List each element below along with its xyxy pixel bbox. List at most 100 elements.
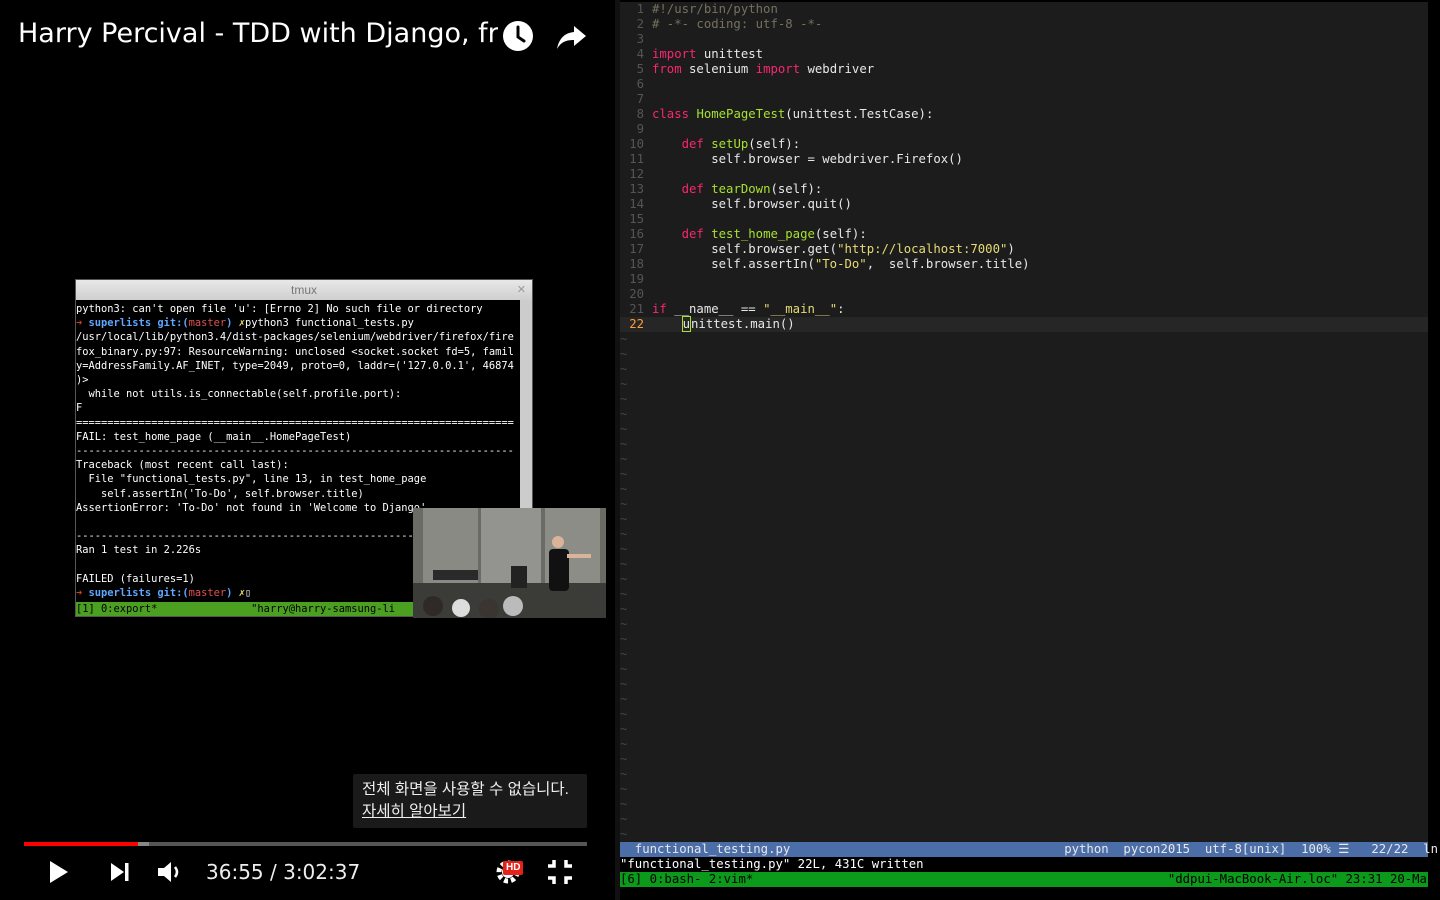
- code-line[interactable]: 15: [620, 212, 1428, 227]
- share-icon[interactable]: [554, 18, 590, 54]
- volume-icon[interactable]: [154, 856, 186, 888]
- empty-line-marker: ~: [620, 722, 628, 736]
- play-icon[interactable]: [42, 856, 74, 888]
- tmux-output-line: y=AddressFamily.AF_INET, type=2049, prot…: [76, 359, 514, 372]
- line-number: 14: [629, 197, 644, 211]
- close-icon[interactable]: ✕: [517, 280, 526, 300]
- line-number: 18: [629, 257, 644, 271]
- code-text: self.browser.quit(): [652, 197, 852, 211]
- code-line[interactable]: 21 if __name__ == "__main__":: [620, 302, 1428, 317]
- line-number: 5: [636, 62, 644, 76]
- code-text: #!/usr/bin/python: [652, 2, 778, 16]
- progress-bar[interactable]: [24, 842, 587, 846]
- tmux-output-line: FAIL: test_home_page (__main__.HomePageT…: [76, 430, 352, 443]
- empty-line-marker: ~: [620, 752, 628, 766]
- code-line[interactable]: 7: [620, 92, 1428, 107]
- prompt-git-close: ): [226, 587, 239, 600]
- code-line[interactable]: 9: [620, 122, 1428, 137]
- video-player[interactable]: Harry Percival - TDD with Django, fro...…: [0, 0, 615, 900]
- code-text: unittest.main(): [681, 316, 795, 332]
- code-line[interactable]: 22 unittest.main(): [620, 316, 1428, 332]
- line-number: 21: [629, 302, 644, 316]
- tmux-output-line: ----------------------------------------…: [76, 445, 514, 458]
- watch-later-icon[interactable]: [500, 18, 536, 54]
- tmux-window-title: tmux: [290, 283, 317, 297]
- code-line[interactable]: 12: [620, 167, 1428, 182]
- prompt-branch: master: [188, 317, 227, 330]
- vim-message-line: "functional_testing.py" 22L, 431C writte…: [620, 857, 1428, 872]
- empty-line-marker: ~: [620, 617, 628, 631]
- code-text: self.assertIn("To-Do", self.browser.titl…: [652, 257, 1030, 271]
- line-number: 3: [636, 32, 644, 46]
- prompt-directory: superlists: [88, 317, 158, 330]
- empty-line-marker: ~: [620, 332, 628, 346]
- tmux-output-line: F: [76, 402, 83, 415]
- code-line[interactable]: 16 def test_home_page(self):: [620, 227, 1428, 242]
- line-number: 2: [636, 17, 644, 31]
- time-display: 36:55 / 3:02:37: [206, 860, 361, 884]
- empty-line-marker: ~: [620, 677, 628, 691]
- line-number: 4: [636, 47, 644, 61]
- tmux-prompt-line: ➜ superlists git:(master) ✗python3 funct…: [76, 316, 520, 330]
- line-number: 16: [629, 227, 644, 241]
- empty-line-marker: ~: [620, 467, 628, 481]
- tmux-output-line: while not utils.is_connectable(self.prof…: [76, 388, 402, 401]
- tmux-output-line: self.assertIn('To-Do', self.browser.titl…: [76, 487, 364, 500]
- empty-line-marker: ~: [620, 797, 628, 811]
- code-line[interactable]: 19: [620, 272, 1428, 287]
- prompt-command: python3 functional_tests.py: [244, 317, 414, 330]
- prompt-arrow-icon: ➜: [76, 317, 89, 330]
- empty-line-marker: ~: [620, 452, 628, 466]
- prompt-git-label: git:(: [157, 317, 189, 330]
- empty-line-marker: ~: [620, 482, 628, 496]
- code-line[interactable]: 1 #!/usr/bin/python: [620, 2, 1428, 17]
- line-number: 8: [636, 107, 644, 121]
- code-text: def test_home_page(self):: [681, 227, 867, 241]
- code-line[interactable]: 5 from selenium import webdriver: [620, 62, 1428, 77]
- line-number: 15: [629, 212, 644, 226]
- code-line[interactable]: 3: [620, 32, 1428, 47]
- fullscreen-unavailable-tooltip: 전체 화면을 사용할 수 없습니다. 자세히 알아보기: [353, 774, 587, 828]
- empty-line-marker: ~: [620, 707, 628, 721]
- vim-editor[interactable]: 1 #!/usr/bin/python 2 # -*- coding: utf-8 -…: [620, 2, 1428, 886]
- hd-badge: HD: [503, 861, 524, 875]
- code-line[interactable]: 13 def tearDown(self):: [620, 182, 1428, 197]
- empty-line-marker: ~: [620, 557, 628, 571]
- tmux-output-line: /usr/local/lib/python3.4/dist-packages/s…: [76, 331, 514, 344]
- video-title[interactable]: Harry Percival - TDD with Django, fro...: [18, 18, 498, 49]
- empty-line-marker: ~: [620, 392, 628, 406]
- vim-status-line: functional_testing.py python pycon2015 u…: [620, 842, 1440, 857]
- empty-line-marker: ~: [620, 767, 628, 781]
- code-line[interactable]: 4 import unittest: [620, 47, 1428, 62]
- code-text: from selenium import webdriver: [652, 62, 875, 76]
- line-number: 22: [629, 317, 644, 331]
- line-number: 20: [629, 287, 644, 301]
- empty-line-marker: ~: [620, 782, 628, 796]
- empty-line-marker: ~: [620, 692, 628, 706]
- exit-fullscreen-icon[interactable]: [544, 856, 576, 888]
- line-number: 19: [629, 272, 644, 286]
- empty-line-marker: ~: [620, 572, 628, 586]
- code-line[interactable]: 14 self.browser.quit(): [620, 197, 1428, 212]
- code-line[interactable]: 8 class HomePageTest(unittest.TestCase):: [620, 107, 1428, 122]
- prompt-git-close: ): [226, 317, 239, 330]
- code-line[interactable]: 10 def setUp(self):: [620, 137, 1428, 152]
- code-text: def setUp(self):: [681, 137, 801, 151]
- tmux-output-line: )>: [76, 374, 89, 387]
- empty-line-marker: ~: [620, 407, 628, 421]
- code-line[interactable]: 2 # -*- coding: utf-8 -*-: [620, 17, 1428, 32]
- learn-more-link[interactable]: 자세히 알아보기: [362, 801, 578, 823]
- empty-line-marker: ~: [620, 437, 628, 451]
- prompt-arrow-icon: ➜: [76, 587, 89, 600]
- code-line[interactable]: 6: [620, 77, 1428, 92]
- code-line[interactable]: 17 self.browser.get("http://localhost:70…: [620, 242, 1428, 257]
- line-number: 12: [629, 167, 644, 181]
- code-text: self.browser.get("http://localhost:7000"…: [652, 242, 1015, 256]
- code-text: self.browser = webdriver.Firefox(): [652, 152, 963, 166]
- next-icon[interactable]: [104, 856, 136, 888]
- code-line[interactable]: 11 self.browser = webdriver.Firefox(): [620, 152, 1428, 167]
- code-line[interactable]: 18 self.assertIn("To-Do", self.browser.t…: [620, 257, 1428, 272]
- code-line[interactable]: 20: [620, 287, 1428, 302]
- code-text: def tearDown(self):: [681, 182, 823, 196]
- empty-line-marker: ~: [620, 527, 628, 541]
